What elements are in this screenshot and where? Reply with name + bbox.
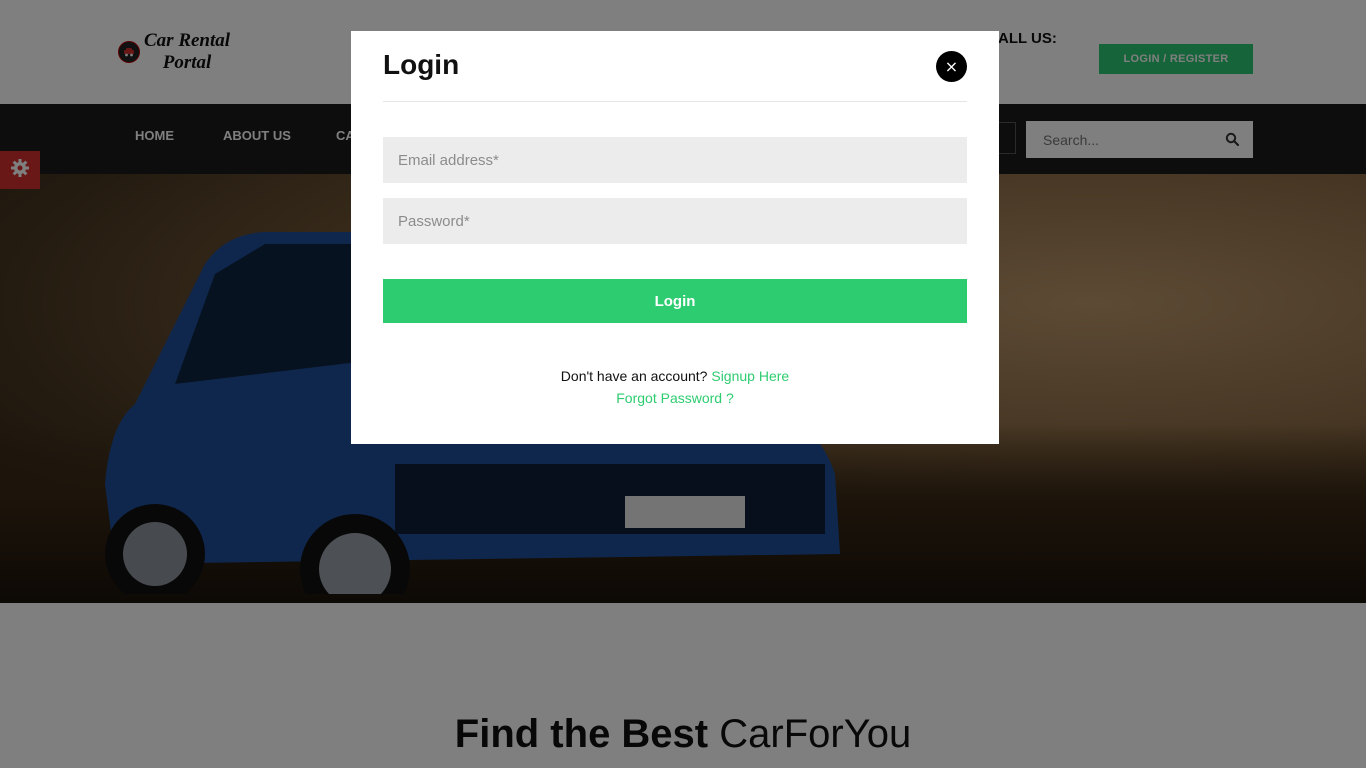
forgot-password-link[interactable]: Forgot Password ? bbox=[616, 390, 734, 406]
login-modal: Login × Login Don't have an account? Sig… bbox=[351, 31, 999, 444]
signup-link[interactable]: Signup Here bbox=[711, 368, 789, 384]
no-account-text: Don't have an account? bbox=[560, 368, 708, 384]
modal-footer: Don't have an account? Signup Here Forgo… bbox=[351, 365, 999, 409]
close-button[interactable]: × bbox=[936, 51, 967, 82]
signup-line: Don't have an account? Signup Here bbox=[351, 365, 999, 387]
password-field[interactable] bbox=[383, 198, 967, 244]
login-submit-button[interactable]: Login bbox=[383, 279, 967, 323]
modal-title: Login bbox=[383, 49, 460, 80]
forgot-line: Forgot Password ? bbox=[351, 387, 999, 409]
email-field[interactable] bbox=[383, 137, 967, 183]
modal-divider bbox=[383, 101, 967, 102]
